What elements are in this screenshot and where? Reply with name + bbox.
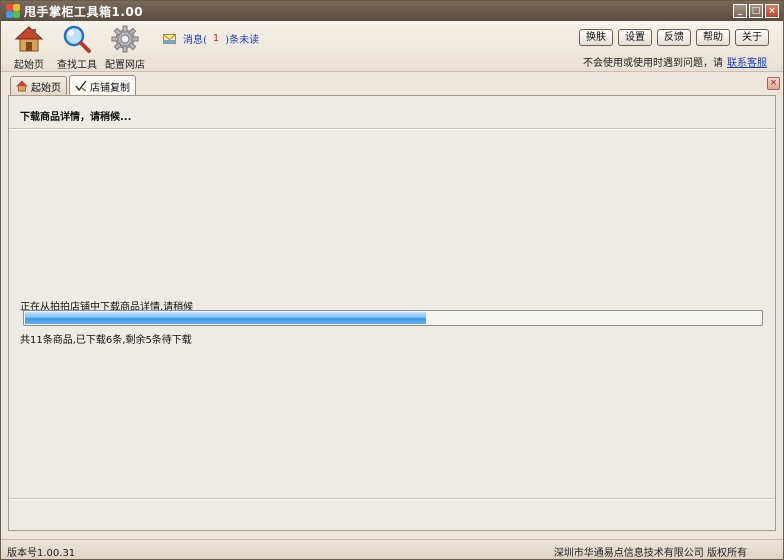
divider <box>9 498 775 500</box>
shop-copy-panel: 下载商品详情，请稍候... 正在从拍拍店铺中下载商品详情,请稍候 共11条商品,… <box>8 95 776 531</box>
title-bar[interactable]: 甩手掌柜工具箱1.00 _ □ × <box>1 1 783 21</box>
status-bar: 版本号1.00.31 深圳市华通易点信息技术有限公司 版权所有 <box>1 539 783 559</box>
close-button[interactable]: × <box>765 4 779 18</box>
tool-config-shop[interactable]: 配置网店 <box>101 24 149 71</box>
app-logo-icon <box>6 4 20 18</box>
tab-home-label: 起始页 <box>31 82 61 94</box>
tab-home[interactable]: 起始页 <box>10 76 67 95</box>
home-icon <box>16 80 28 92</box>
magnifier-icon <box>63 25 91 53</box>
messages-prefix: 消息( <box>183 35 207 46</box>
unread-count: 1 <box>212 33 220 44</box>
check-pen-icon <box>75 80 87 92</box>
feedback-button[interactable]: 反馈 <box>657 29 691 46</box>
gear-icon <box>111 25 139 53</box>
window-controls: _ □ × <box>733 4 779 18</box>
settings-button[interactable]: 设置 <box>618 29 652 46</box>
envelope-icon <box>163 33 176 44</box>
tool-home[interactable]: 起始页 <box>5 24 53 71</box>
top-button-group: 换肤 设置 反馈 帮助 关于 <box>579 29 769 46</box>
maximize-button[interactable]: □ <box>749 4 763 18</box>
window-title: 甩手掌柜工具箱1.00 <box>24 4 144 19</box>
app-window: 甩手掌柜工具箱1.00 _ □ × 起始页 查找工具 配置网店 消息(1)条… <box>0 0 784 560</box>
divider <box>9 128 775 130</box>
tool-find-label: 查找工具 <box>57 60 97 71</box>
tool-find[interactable]: 查找工具 <box>53 24 101 71</box>
help-text: 不会使用或使用时遇到问题，请 <box>583 58 723 69</box>
close-tab-button[interactable]: × <box>767 77 780 90</box>
panel-heading: 下载商品详情，请稍候... <box>20 112 132 123</box>
skin-button[interactable]: 换肤 <box>579 29 613 46</box>
about-button[interactable]: 关于 <box>735 29 769 46</box>
tab-shop-copy-label: 店铺复制 <box>90 82 130 94</box>
minimize-button[interactable]: _ <box>733 4 747 18</box>
progress-status: 共11条商品,已下载6条,剩余5条待下载 <box>20 335 192 346</box>
help-button[interactable]: 帮助 <box>696 29 730 46</box>
progress-fill <box>25 312 426 324</box>
tab-shop-copy[interactable]: 店铺复制 <box>69 75 136 96</box>
help-line: 不会使用或使用时遇到问题，请 联系客服 <box>583 54 767 69</box>
copyright-label: 深圳市华通易点信息技术有限公司 版权所有 <box>553 548 747 559</box>
download-progress-bar <box>23 310 763 326</box>
main-toolbar: 起始页 查找工具 配置网店 消息(1)条未读 换肤 设置 反馈 帮助 关于 … <box>1 21 783 72</box>
tab-bar: 起始页 店铺复制 × <box>1 72 783 96</box>
messages-suffix: )条未读 <box>225 35 260 46</box>
unread-messages[interactable]: 消息( 1 )条未读 <box>163 31 259 46</box>
home-icon <box>14 26 44 52</box>
tool-home-label: 起始页 <box>14 60 44 71</box>
version-label: 版本号1.00.31 <box>7 548 76 559</box>
tool-config-shop-label: 配置网店 <box>105 60 145 71</box>
contact-support-link[interactable]: 联系客服 <box>727 58 767 69</box>
